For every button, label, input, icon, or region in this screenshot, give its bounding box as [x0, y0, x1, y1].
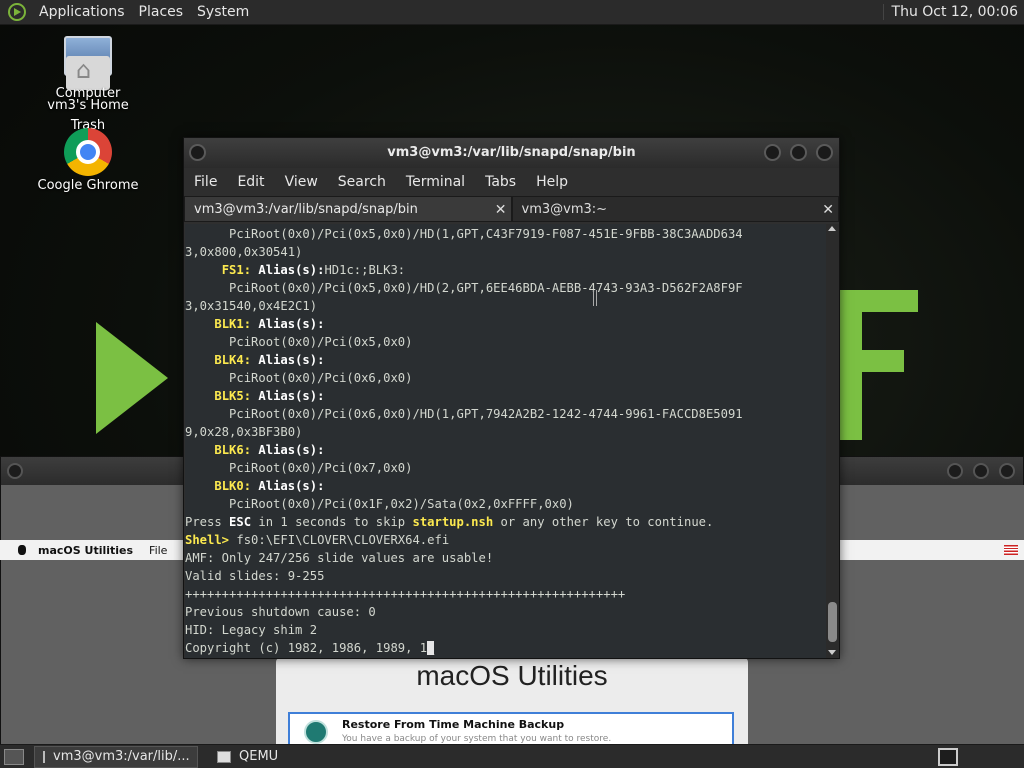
window-menu-icon[interactable]: [7, 463, 23, 479]
restore-time-machine-option[interactable]: Restore From Time Machine Backup You hav…: [288, 712, 734, 746]
taskbar-qemu[interactable]: QEMU: [208, 746, 287, 768]
tab-home[interactable]: vm3@vm3:~ ✕: [511, 196, 839, 223]
taskbar-label: QEMU: [239, 749, 279, 764]
minimize-icon[interactable]: [764, 144, 781, 161]
macos-utilities-window: macOS Utilities Restore From Time Machin…: [276, 658, 748, 746]
tab-close-icon[interactable]: ✕: [822, 197, 834, 223]
terminal-tabbar: vm3@vm3:/var/lib/snapd/snap/bin ✕ vm3@vm…: [184, 196, 839, 222]
close-icon[interactable]: [999, 463, 1015, 479]
taskbar-label: vm3@vm3:/var/lib/...: [53, 749, 190, 764]
menu-system[interactable]: System: [190, 4, 256, 20]
minimize-icon[interactable]: [947, 463, 963, 479]
home-folder-icon[interactable]: [66, 56, 110, 90]
option-subtitle: You have a backup of your system that yo…: [342, 734, 612, 744]
terminal-title: vm3@vm3:/var/lib/snapd/snap/bin: [387, 145, 636, 160]
qemu-icon: [217, 750, 231, 763]
top-panel: Applications Places System Thu Oct 12, 0…: [0, 0, 1024, 25]
terminal-titlebar[interactable]: vm3@vm3:/var/lib/snapd/snap/bin: [184, 138, 839, 168]
menu-places[interactable]: Places: [132, 4, 191, 20]
scroll-up-icon[interactable]: [828, 226, 836, 231]
scroll-down-icon[interactable]: [828, 650, 836, 655]
menu-help[interactable]: Help: [526, 174, 578, 190]
workspace-switcher[interactable]: [938, 747, 958, 766]
chrome-icon[interactable]: [64, 128, 112, 176]
menu-terminal[interactable]: Terminal: [396, 174, 475, 190]
menu-edit[interactable]: Edit: [227, 174, 274, 190]
tab-snap-bin[interactable]: vm3@vm3:/var/lib/snapd/snap/bin ✕: [184, 196, 512, 222]
macos-utilities-title: macOS Utilities: [416, 660, 608, 691]
terminal-window[interactable]: vm3@vm3:/var/lib/snapd/snap/bin File Edi…: [183, 137, 840, 659]
desktop-label-chrome[interactable]: Coogle Ghrome: [30, 178, 146, 193]
macos-app-name[interactable]: macOS Utilities: [38, 544, 133, 557]
desktop-label-home[interactable]: vm3's Home: [40, 98, 136, 113]
menu-search[interactable]: Search: [328, 174, 396, 190]
close-icon[interactable]: [816, 144, 833, 161]
clock[interactable]: Thu Oct 12, 00:06: [882, 4, 1024, 20]
terminal-text[interactable]: PciRoot(0x0)/Pci(0x5,0x0)/HD(1,GPT,C43F7…: [185, 225, 826, 657]
input-source-flag-icon[interactable]: [1004, 545, 1018, 555]
distro-logo-icon[interactable]: [8, 3, 26, 21]
macos-menu-file[interactable]: File: [149, 544, 167, 557]
terminal-menubar: File Edit View Search Terminal Tabs Help: [184, 168, 839, 196]
terminal-icon: [43, 750, 45, 763]
text-cursor-icon: [593, 290, 597, 306]
maximize-icon[interactable]: [973, 463, 989, 479]
wallpaper-letter: [838, 290, 918, 440]
tab-label: vm3@vm3:~: [521, 202, 608, 217]
menu-tabs[interactable]: Tabs: [475, 174, 526, 190]
menu-file[interactable]: File: [184, 174, 227, 190]
tab-label: vm3@vm3:/var/lib/snapd/snap/bin: [194, 202, 418, 217]
menu-applications[interactable]: Applications: [32, 4, 132, 20]
terminal-scrollbar[interactable]: [826, 224, 839, 658]
desktop: Applications Places System Thu Oct 12, 0…: [0, 0, 1024, 768]
tab-close-icon[interactable]: ✕: [495, 197, 507, 223]
maximize-icon[interactable]: [790, 144, 807, 161]
terminal-output[interactable]: PciRoot(0x0)/Pci(0x5,0x0)/HD(1,GPT,C43F7…: [185, 224, 826, 658]
bottom-panel: vm3@vm3:/var/lib/... QEMU: [0, 744, 1024, 768]
window-menu-icon[interactable]: [189, 144, 206, 161]
option-title: Restore From Time Machine Backup: [342, 718, 565, 731]
time-machine-icon: [304, 720, 328, 744]
scrollbar-thumb[interactable]: [828, 602, 837, 642]
show-desktop-icon[interactable]: [4, 748, 24, 765]
menu-view[interactable]: View: [275, 174, 328, 190]
taskbar-terminal[interactable]: vm3@vm3:/var/lib/...: [34, 745, 198, 768]
apple-icon[interactable]: [18, 545, 26, 555]
